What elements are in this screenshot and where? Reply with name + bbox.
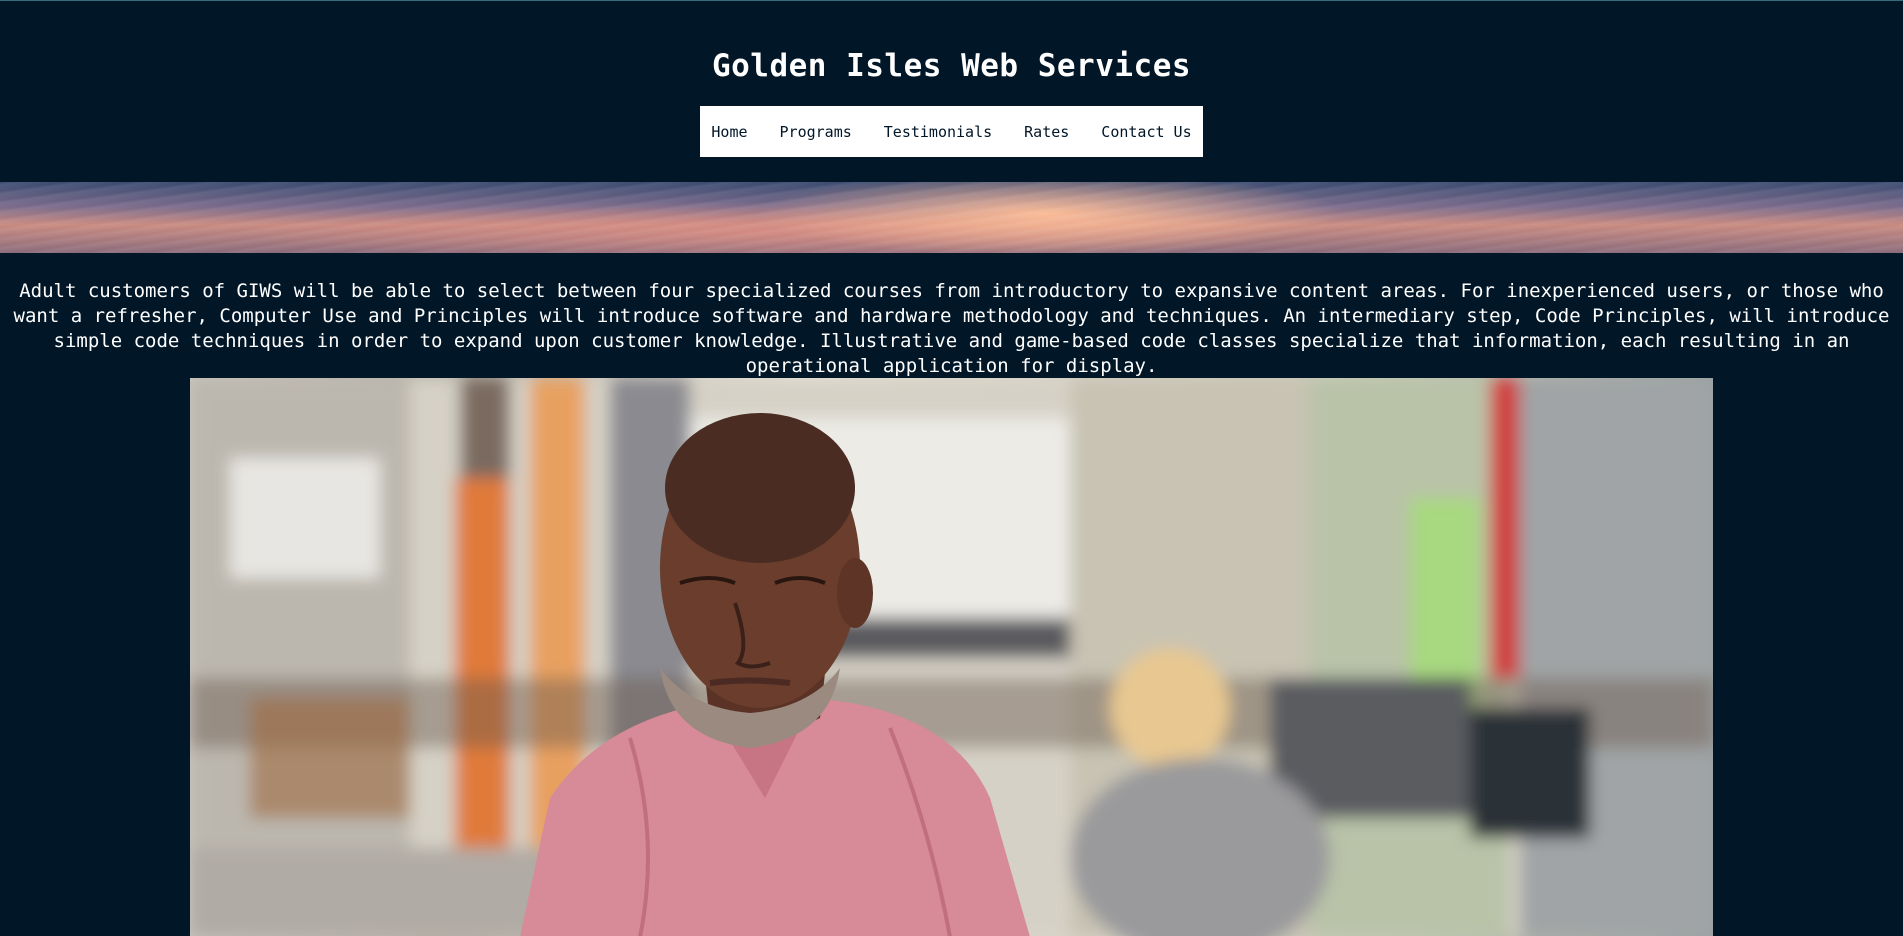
site-title: Golden Isles Web Services <box>711 48 1192 84</box>
site-header: Golden Isles Web Services Home Programs … <box>0 1 1903 182</box>
nav-link-testimonials[interactable]: Testimonials <box>868 123 1008 141</box>
main-nav: Home Programs Testimonials Rates Contact… <box>700 106 1203 157</box>
nav-link-home[interactable]: Home <box>695 123 763 141</box>
nav-link-contact-us[interactable]: Contact Us <box>1085 123 1207 141</box>
intro-paragraph: Adult customers of GIWS will be able to … <box>13 280 1890 377</box>
nav-link-rates[interactable]: Rates <box>1008 123 1085 141</box>
student-photo-illustration <box>190 378 1713 936</box>
sunset-sky-banner-image <box>0 182 1903 253</box>
nav-link-programs[interactable]: Programs <box>764 123 868 141</box>
student-photo-image <box>190 378 1713 936</box>
